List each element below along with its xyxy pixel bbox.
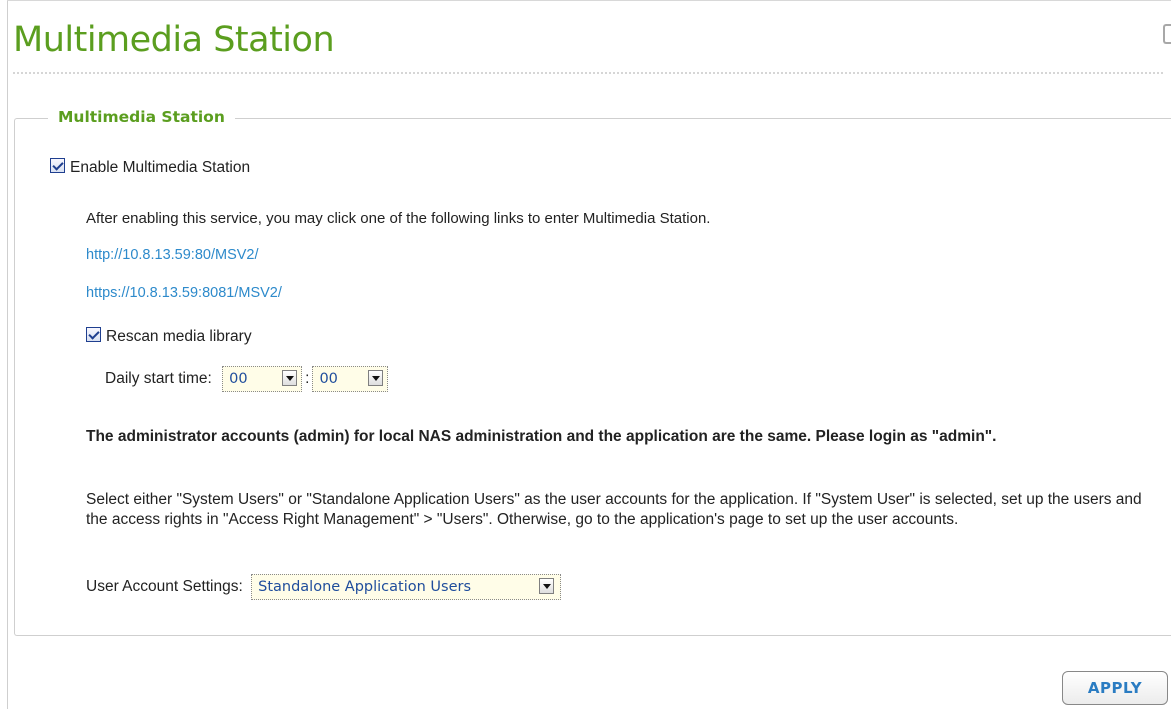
hour-select[interactable]: 00	[222, 366, 303, 392]
link-row-1: http://10.8.13.59:80/MSV2/	[86, 246, 259, 264]
minute-dropdown-arrow-icon[interactable]	[368, 370, 384, 386]
hour-value: 00	[229, 371, 248, 387]
user-account-settings-label: User Account Settings:	[86, 578, 243, 595]
minute-value: 00	[319, 371, 338, 387]
user-accounts-description: Select either "System Users" or "Standal…	[86, 491, 1142, 528]
enable-multimedia-station-label[interactable]: Enable Multimedia Station	[70, 159, 250, 176]
http-link[interactable]: http://10.8.13.59:80/MSV2/	[86, 247, 259, 263]
title-divider	[13, 72, 1163, 74]
time-separator: :	[305, 370, 310, 387]
daily-start-time-label: Daily start time:	[105, 370, 212, 387]
minute-select[interactable]: 00	[312, 366, 389, 392]
page-title: Multimedia Station	[13, 20, 335, 60]
rescan-media-library-label[interactable]: Rescan media library	[106, 328, 252, 345]
page-border-top	[7, 0, 1171, 1]
user-account-settings-select[interactable]: Standalone Application Users	[251, 574, 562, 600]
intro-text: After enabling this service, you may cli…	[86, 210, 711, 227]
enable-multimedia-station-checkbox[interactable]	[50, 158, 65, 173]
page-border-left	[7, 0, 8, 709]
daily-start-time-row: Daily start time: 00 : 00	[105, 366, 389, 394]
apply-button[interactable]: APPLY	[1062, 671, 1168, 705]
rescan-media-library-checkbox[interactable]	[86, 327, 101, 342]
fieldset-legend: Multimedia Station	[48, 108, 235, 126]
https-link[interactable]: https://10.8.13.59:8081/MSV2/	[86, 285, 282, 301]
user-account-dropdown-arrow-icon[interactable]	[539, 578, 555, 594]
rescan-row: Rescan media library	[86, 327, 252, 346]
user-account-settings-row: User Account Settings: Standalone Applic…	[86, 574, 562, 602]
hour-dropdown-arrow-icon[interactable]	[282, 370, 298, 386]
enable-row: Enable Multimedia Station	[50, 158, 250, 177]
window-control-icon[interactable]	[1163, 24, 1171, 44]
admin-account-note: The administrator accounts (admin) for l…	[86, 428, 997, 445]
user-account-settings-value: Standalone Application Users	[258, 579, 472, 595]
link-row-2: https://10.8.13.59:8081/MSV2/	[86, 284, 282, 302]
